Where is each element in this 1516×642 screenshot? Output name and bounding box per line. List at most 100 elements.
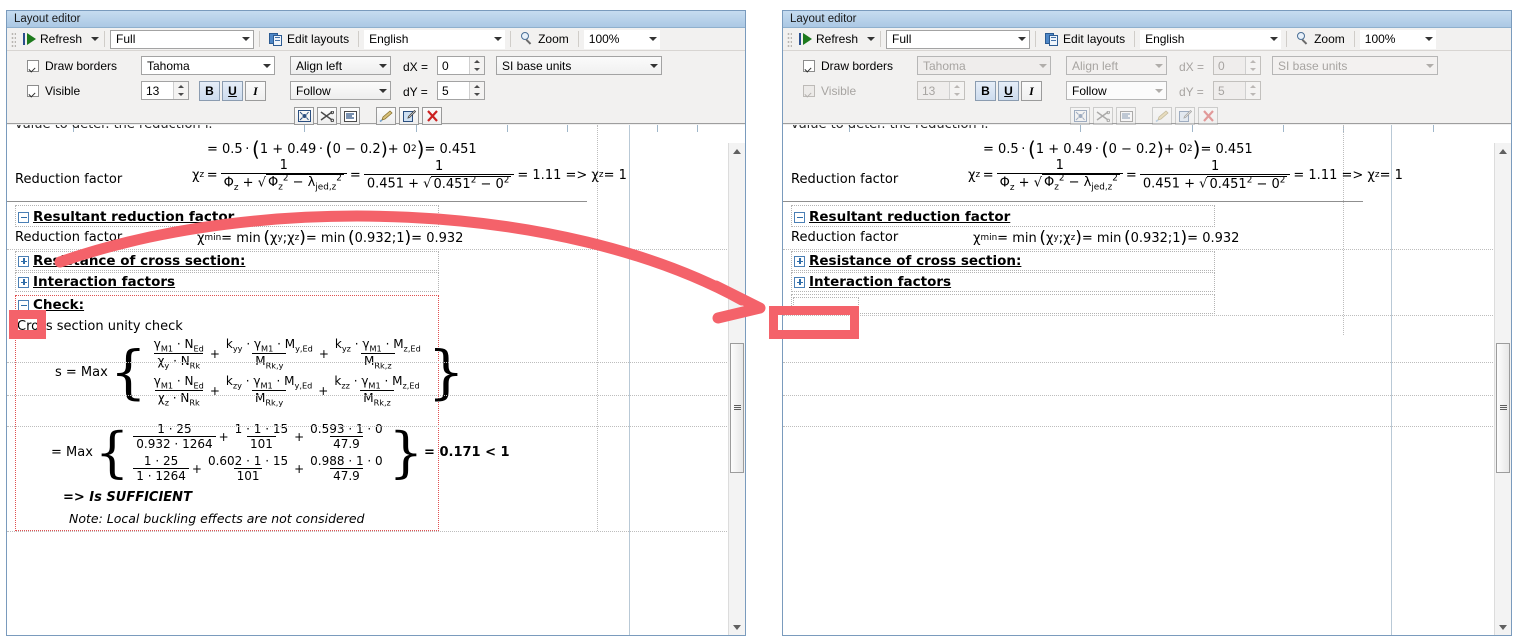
scroll-up-arrow-icon[interactable] bbox=[729, 143, 745, 159]
scroll-up-arrow-icon[interactable] bbox=[1495, 143, 1511, 159]
bold-label: B bbox=[205, 84, 214, 98]
edit-note-button[interactable] bbox=[399, 107, 419, 125]
refresh-dropdown-caret-icon[interactable] bbox=[91, 37, 100, 41]
grid-dotted-line bbox=[7, 362, 745, 363]
minus-toggle-icon[interactable] bbox=[18, 211, 29, 223]
scrollbar-thumb[interactable] bbox=[1496, 343, 1510, 473]
section-interaction-factors[interactable]: Interaction factors bbox=[794, 274, 951, 290]
chevron-down-icon bbox=[242, 37, 251, 41]
edit-layouts-icon bbox=[1045, 32, 1059, 46]
zoom-button[interactable]: Zoom bbox=[516, 30, 573, 49]
edit-note-button bbox=[1175, 107, 1195, 125]
scrollbar-thumb[interactable] bbox=[730, 343, 744, 473]
scroll-down-arrow-icon[interactable] bbox=[729, 619, 745, 635]
font-size-spinner[interactable]: 13 bbox=[141, 81, 189, 100]
bold-button[interactable]: B bbox=[975, 81, 996, 101]
view-mode-combo[interactable]: Full bbox=[886, 29, 1031, 49]
chevron-down-icon bbox=[650, 63, 658, 68]
toolbar-grip-icon[interactable] bbox=[11, 31, 16, 47]
italic-button[interactable]: I bbox=[245, 81, 266, 101]
document-canvas-right[interactable]: value to deter. the reduction f. = 0.5 ·… bbox=[783, 125, 1511, 635]
zoom-button[interactable]: Zoom bbox=[1292, 30, 1349, 49]
brush-button[interactable] bbox=[376, 107, 396, 125]
vertical-scrollbar-left[interactable] bbox=[728, 143, 745, 635]
ruler-tick bbox=[1192, 125, 1193, 132]
ruler-tick bbox=[567, 125, 568, 132]
visible-checkbox[interactable]: Visible bbox=[27, 84, 80, 98]
plus-toggle-icon[interactable] bbox=[18, 255, 29, 267]
edit-layouts-label: Edit layouts bbox=[1063, 32, 1126, 46]
refresh-button[interactable]: Refresh bbox=[19, 30, 86, 49]
toolbar-left: Refresh Full Edit layouts English Zoom 1… bbox=[7, 28, 745, 51]
plus-toggle-icon[interactable] bbox=[18, 276, 29, 288]
scroll-down-arrow-icon[interactable] bbox=[1495, 619, 1511, 635]
draw-borders-checkbox[interactable]: Draw borders bbox=[27, 59, 117, 73]
zoom-combo[interactable]: 100% bbox=[1359, 29, 1436, 49]
language-combo[interactable]: English bbox=[364, 29, 506, 49]
toolbar-separator-2 bbox=[259, 31, 261, 47]
units-combo: SI base units bbox=[1272, 56, 1438, 75]
refresh-label: Refresh bbox=[40, 32, 83, 46]
dy-value: 5 bbox=[442, 83, 449, 98]
font-name-combo[interactable]: Tahoma bbox=[141, 56, 275, 75]
section-title: Resultant reduction factor bbox=[809, 209, 1011, 225]
plus-toggle-icon[interactable] bbox=[794, 255, 805, 267]
grid-dotted-line bbox=[7, 249, 745, 250]
ruler-tick bbox=[1283, 125, 1284, 132]
edit-layouts-button[interactable]: Edit layouts bbox=[265, 30, 353, 49]
cut-button[interactable] bbox=[317, 107, 337, 125]
grid-dotted-line bbox=[783, 395, 1511, 396]
underline-button[interactable]: U bbox=[222, 81, 243, 101]
check-numeric-lead: = Max bbox=[51, 445, 93, 460]
spinner-arrows-icon bbox=[1245, 57, 1260, 74]
reduction-factor-label-2: Reduction factor bbox=[791, 230, 899, 245]
dx-spinner[interactable]: 0 bbox=[437, 56, 485, 75]
vertical-scrollbar-right[interactable] bbox=[1494, 143, 1511, 635]
underline-button[interactable]: U bbox=[998, 81, 1019, 101]
spinner-arrows-icon[interactable] bbox=[469, 57, 484, 74]
cut-button bbox=[1093, 107, 1113, 125]
clipped-top-text: value to deter. the reduction f. bbox=[15, 125, 213, 130]
follow-combo[interactable]: Follow bbox=[290, 81, 391, 100]
refresh-bar-icon bbox=[23, 33, 25, 45]
check-result: = 0.171 < 1 bbox=[424, 445, 510, 460]
zoom-combo[interactable]: 100% bbox=[583, 29, 660, 49]
section-interaction-factors[interactable]: Interaction factors bbox=[18, 274, 175, 290]
italic-button[interactable]: I bbox=[1021, 81, 1042, 101]
zoom-icon bbox=[520, 32, 534, 46]
minus-toggle-icon[interactable] bbox=[794, 211, 805, 223]
chi-z-formula: χz = 1 Φz + √ Φz2 − λjed,z2 = 1 0.451 + √ 0.… bbox=[192, 158, 627, 193]
view-mode-combo[interactable]: Full bbox=[110, 29, 255, 49]
dy-spinner[interactable]: 5 bbox=[437, 81, 485, 100]
edit-layouts-button[interactable]: Edit layouts bbox=[1041, 30, 1129, 49]
delete-button[interactable] bbox=[422, 107, 442, 125]
follow-combo[interactable]: Follow bbox=[1066, 81, 1167, 100]
align-combo[interactable]: Align left bbox=[290, 56, 391, 75]
row-divider bbox=[783, 201, 1363, 202]
screenshot-root: Layout editor Refresh Full Edit layouts bbox=[0, 0, 1516, 642]
section-resultant-reduction-factor[interactable]: Resultant reduction factor bbox=[18, 209, 234, 225]
fit-to-selection-button[interactable] bbox=[294, 107, 314, 125]
dx-label: dX = bbox=[1179, 60, 1205, 74]
toolbar-separator-4 bbox=[1286, 31, 1288, 47]
checkbox-icon bbox=[27, 85, 39, 97]
units-combo[interactable]: SI base units bbox=[496, 56, 662, 75]
document-canvas-left[interactable]: value to deter. the reduction f. = 0.5 ·… bbox=[7, 125, 745, 635]
section-resistance-of-cross-section[interactable]: Resistance of cross section: bbox=[794, 253, 1021, 269]
toolbar-grip-icon[interactable] bbox=[787, 31, 792, 47]
check-section-collapse-toggle[interactable] bbox=[18, 299, 29, 311]
plus-toggle-icon[interactable] bbox=[794, 276, 805, 288]
text-align-button[interactable] bbox=[340, 107, 360, 125]
spinner-arrows-icon[interactable] bbox=[173, 82, 188, 99]
refresh-dropdown-caret-icon[interactable] bbox=[867, 37, 876, 41]
bold-button[interactable]: B bbox=[199, 81, 220, 101]
section-resultant-reduction-factor[interactable]: Resultant reduction factor bbox=[794, 209, 1010, 225]
refresh-button[interactable]: Refresh bbox=[795, 30, 862, 49]
spinner-arrows-icon[interactable] bbox=[469, 82, 484, 99]
language-combo[interactable]: English bbox=[1140, 29, 1282, 49]
reduction-factor-label: Reduction factor bbox=[791, 172, 899, 187]
grid-dotted-line bbox=[783, 362, 1511, 363]
section-resistance-of-cross-section[interactable]: Resistance of cross section: bbox=[18, 253, 245, 269]
toolbar-separator-3 bbox=[358, 31, 360, 47]
draw-borders-checkbox[interactable]: Draw borders bbox=[803, 59, 893, 73]
